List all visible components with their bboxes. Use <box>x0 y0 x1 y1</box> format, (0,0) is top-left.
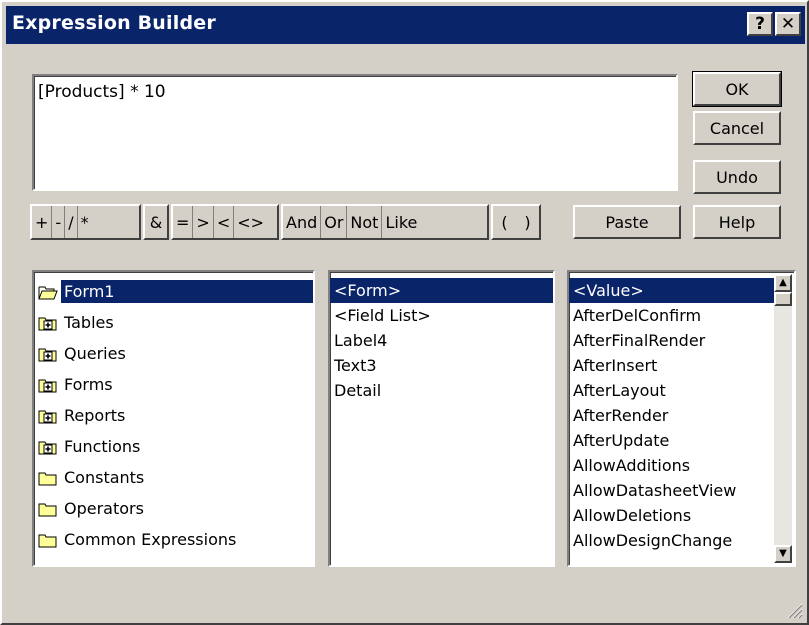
property-list-scrollbar[interactable]: ▲ ▼ <box>774 274 792 563</box>
object-list-item[interactable]: Text3 <box>330 353 553 378</box>
and-operator-button[interactable]: And <box>283 206 322 238</box>
scroll-thumb[interactable] <box>774 292 792 306</box>
resize-grip-icon[interactable] <box>785 601 803 619</box>
object-list-item[interactable]: Detail <box>330 378 553 403</box>
folder-tree-item-label: Constants <box>64 468 145 487</box>
folder-tree-item[interactable]: Functions <box>34 431 313 462</box>
object-list[interactable]: <Form> <Field List> Label4 Text3 Detail <box>328 270 555 567</box>
property-list-item[interactable]: AllowDeletions <box>569 503 774 528</box>
object-list-item[interactable]: <Field List> <box>330 303 553 328</box>
comparison-operators: = > < <> <box>171 204 279 240</box>
folder-icon <box>38 472 57 485</box>
folder-icon <box>38 503 57 516</box>
paren-operators: ( ) <box>491 204 541 240</box>
folder-icon <box>38 534 57 547</box>
object-list-item[interactable]: <Form> <box>330 278 553 303</box>
property-items: <Value> AfterDelConfirm AfterFinalRender Af… <box>569 278 774 553</box>
folder-tree-item[interactable]: Forms <box>34 369 313 400</box>
help-title-button[interactable]: ? <box>747 12 773 36</box>
folder-tree-item-label: Queries <box>64 344 126 363</box>
not-operator-button[interactable]: Not <box>347 206 383 238</box>
property-list-item[interactable]: AfterRender <box>569 403 774 428</box>
property-list-item[interactable]: AfterUpdate <box>569 428 774 453</box>
not-equal-operator-button[interactable]: <> <box>234 206 267 238</box>
property-list[interactable]: <Value> AfterDelConfirm AfterFinalRender Af… <box>567 270 796 567</box>
plus-folder-icon <box>38 348 57 361</box>
paste-button[interactable]: Paste <box>573 205 681 239</box>
undo-button[interactable]: Undo <box>693 160 781 194</box>
property-list-item[interactable]: AllowDesignChange <box>569 528 774 553</box>
close-paren-button[interactable]: ) <box>521 206 533 238</box>
folder-tree-item-label: Common Expressions <box>64 530 237 549</box>
property-list-item[interactable]: AfterLayout <box>569 378 774 403</box>
property-list-item[interactable]: AfterFinalRender <box>569 328 774 353</box>
plus-folder-icon <box>38 410 57 423</box>
concat-operator: & <box>143 204 169 240</box>
multiply-operator-button[interactable]: * <box>78 206 92 238</box>
help-button[interactable]: Help <box>693 205 781 239</box>
folder-tree-list[interactable]: Form1 Tables Queries Forms Reports Functions C… <box>32 270 315 567</box>
ok-button[interactable]: OK <box>692 71 782 107</box>
folder-tree-item-label: Tables <box>64 313 114 332</box>
divide-operator-button[interactable]: / <box>65 206 78 238</box>
scroll-down-arrow-icon[interactable]: ▼ <box>774 545 792 563</box>
property-list-item[interactable]: AfterInsert <box>569 353 774 378</box>
folder-tree-item[interactable]: Constants <box>34 462 313 493</box>
open-paren-button[interactable]: ( <box>498 206 510 238</box>
less-operator-button[interactable]: < <box>214 206 235 238</box>
plus-folder-icon <box>38 317 57 330</box>
greater-operator-button[interactable]: > <box>193 206 214 238</box>
expression-builder-dialog: Expression Builder ? ✕ [Products] * 10 O… <box>0 0 809 625</box>
equals-operator-button[interactable]: = <box>173 206 194 238</box>
folder-tree-item-label: Form1 <box>61 280 313 303</box>
plus-folder-icon <box>38 441 57 454</box>
property-list-item[interactable]: AllowAdditions <box>569 453 774 478</box>
folder-tree-item[interactable]: Operators <box>34 493 313 524</box>
plus-folder-icon <box>38 379 57 392</box>
property-list-item[interactable]: AfterDelConfirm <box>569 303 774 328</box>
folder-tree-item[interactable]: Form1 <box>34 276 313 307</box>
scroll-up-arrow-icon[interactable]: ▲ <box>774 274 792 292</box>
folder-tree-item-label: Functions <box>64 437 141 456</box>
folder-tree-item-label: Reports <box>64 406 126 425</box>
folder-tree-item[interactable]: Tables <box>34 307 313 338</box>
logical-operators: And Or Not Like <box>281 204 489 240</box>
like-operator-button[interactable]: Like <box>382 206 420 238</box>
dialog-title: Expression Builder <box>12 12 216 34</box>
folder-tree-item[interactable]: Queries <box>34 338 313 369</box>
title-bar: Expression Builder ? ✕ <box>6 6 805 44</box>
folder-tree-item[interactable]: Common Expressions <box>34 524 313 555</box>
folder-tree-item-label: Operators <box>64 499 144 518</box>
property-list-item[interactable]: <Value> <box>569 278 774 303</box>
cancel-button[interactable]: Cancel <box>693 111 781 145</box>
open-folder-icon <box>38 286 58 299</box>
expression-box[interactable]: [Products] * 10 <box>32 74 678 191</box>
or-operator-button[interactable]: Or <box>321 206 348 238</box>
folder-tree-item-label: Forms <box>64 375 113 394</box>
close-button[interactable]: ✕ <box>775 12 801 36</box>
arithmetic-operators: + - / * <box>30 204 141 240</box>
ampersand-operator-button[interactable]: & <box>147 206 165 238</box>
folder-tree-item[interactable]: Reports <box>34 400 313 431</box>
plus-operator-button[interactable]: + <box>32 206 53 238</box>
object-list-item[interactable]: Label4 <box>330 328 553 353</box>
property-list-item[interactable]: AllowDatasheetView <box>569 478 774 503</box>
minus-operator-button[interactable]: - <box>52 206 66 238</box>
